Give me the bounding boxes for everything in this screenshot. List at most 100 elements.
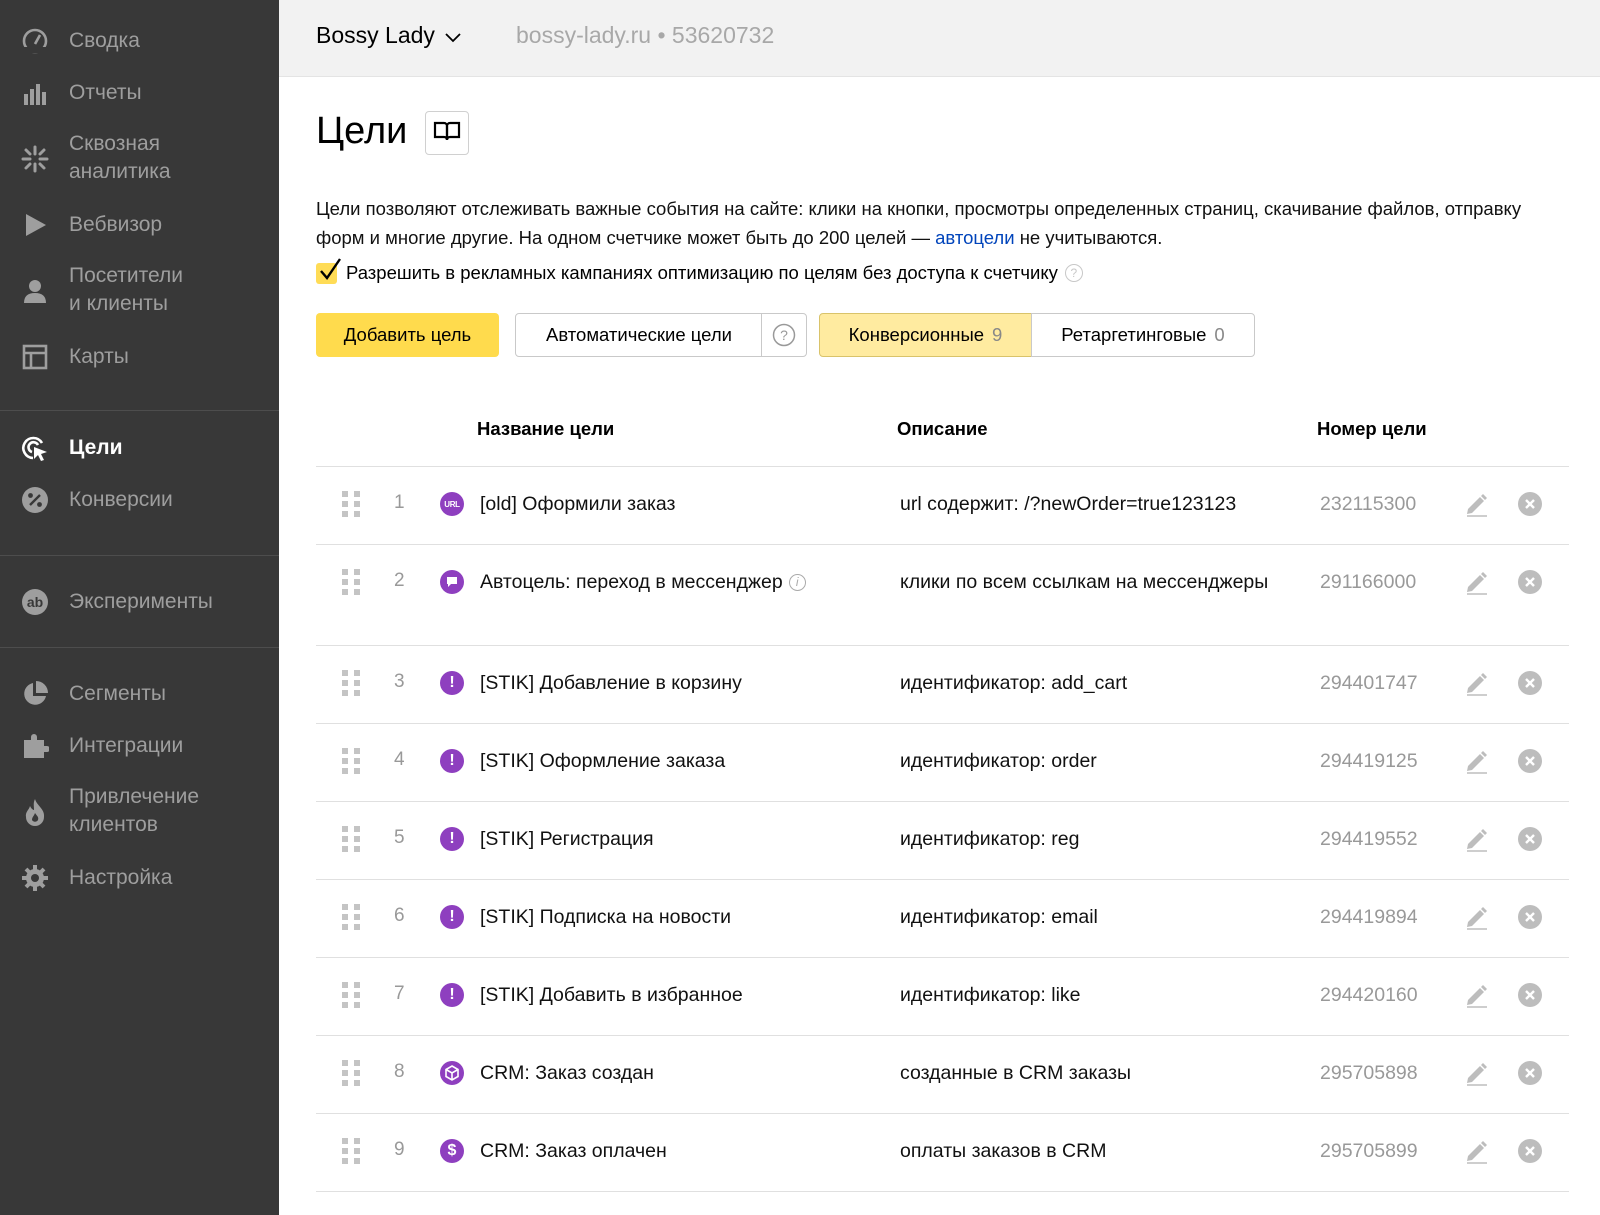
goal-description: идентификатор: like [900, 984, 1081, 1006]
delete-icon[interactable] [1518, 749, 1542, 773]
sidebar-item-visitors[interactable]: Посетители и клиенты [0, 262, 279, 320]
checkmark-icon [320, 257, 341, 280]
goal-name-text: [STIK] Добавление в корзину [480, 672, 742, 694]
goal-name-text: [STIK] Регистрация [480, 828, 654, 850]
map-icon [20, 342, 50, 372]
sidebar-item-summary[interactable]: Сводка [0, 26, 279, 56]
question-icon[interactable]: ? [761, 314, 806, 356]
sidebar-item-label: Сводка [69, 29, 140, 52]
user-icon [20, 276, 50, 306]
allow-optimization-checkbox[interactable] [316, 257, 341, 284]
tab-retargeting[interactable]: Ретаргетинговые 0 [1031, 313, 1255, 357]
goal-id: 294419552 [1320, 828, 1418, 850]
sidebar-item-segments[interactable]: Сегменты [0, 679, 279, 709]
drag-handle-icon[interactable] [342, 904, 360, 930]
tab-conversion-label: Конверсионные [848, 324, 985, 345]
pencil-icon[interactable] [1464, 748, 1490, 774]
column-header-description: Описание [897, 418, 988, 439]
table-row[interactable]: 6! [STIK] Подписка на новости идентификато… [316, 880, 1569, 958]
top-bar: Bossy Lady bossy-lady.ru • 53620732 [279, 0, 1600, 77]
tab-retargeting-label: Ретаргетинговые [1061, 324, 1207, 345]
goal-id: 291166000 [1320, 571, 1417, 593]
pencil-icon[interactable] [1464, 1060, 1490, 1086]
goal-id: 232115300 [1320, 493, 1417, 515]
delete-icon[interactable] [1518, 905, 1542, 929]
auto-goals-label: Автоматические цели [546, 324, 732, 345]
exclamation-icon: ! [440, 827, 464, 851]
delete-icon[interactable] [1518, 570, 1542, 594]
intro-text-after: не учитываются. [1014, 227, 1163, 248]
sidebar-item-label: Сквозная аналитика [69, 132, 171, 183]
sidebar-item-label: Посетители и клиенты [69, 264, 183, 315]
autogoals-link[interactable]: автоцели [935, 227, 1014, 248]
pencil-icon[interactable] [1464, 826, 1490, 852]
row-number: 4 [394, 749, 405, 770]
drag-handle-icon[interactable] [342, 1138, 360, 1164]
sidebar-item-conversions[interactable]: Конверсии [0, 485, 279, 515]
table-row[interactable]: 1 URL [old] Оформили заказ url содержит: /?… [316, 467, 1569, 545]
info-icon[interactable]: i [788, 573, 806, 591]
goal-name-text: Автоцель: переход в мессенджер [480, 571, 783, 593]
sidebar-item-settings[interactable]: Настройка [0, 863, 279, 893]
sidebar-item-acquisition[interactable]: Привлечение клиентов [0, 783, 279, 841]
sidebar-item-webvisor[interactable]: Вебвизор [0, 210, 279, 240]
pencil-icon[interactable] [1464, 491, 1490, 517]
help-book-button[interactable] [425, 111, 469, 155]
tab-conversion[interactable]: Конверсионные 9 [819, 313, 1032, 357]
table-row[interactable]: 7! [STIK] Добавить в избранное идентификат… [316, 958, 1569, 1036]
counter-site-id: bossy-lady.ru • 53620732 [516, 22, 775, 48]
delete-icon[interactable] [1518, 671, 1542, 695]
table-row[interactable]: 4! [STIK] Оформление заказа идентификатор:… [316, 724, 1569, 802]
drag-handle-icon[interactable] [342, 826, 360, 852]
goal-name-text: CRM: Заказ создан [480, 1062, 654, 1084]
sidebar-item-integrations[interactable]: Интеграции [0, 731, 279, 761]
dashboard-icon [20, 26, 50, 56]
exclamation-icon: ! [440, 983, 464, 1007]
table-row[interactable]: 3! [STIK] Добавление в корзину идентификат… [316, 646, 1569, 724]
column-header-id: Номер цели [1317, 418, 1427, 439]
counter-selector[interactable]: Bossy Lady [316, 22, 461, 49]
pencil-icon[interactable] [1464, 1138, 1490, 1164]
auto-goals-button[interactable]: Автоматические цели ? [515, 313, 807, 357]
sidebar-item-label: Привлечение клиентов [69, 785, 200, 836]
sidebar-item-reports[interactable]: Отчеты [0, 78, 279, 108]
add-goal-button[interactable]: Добавить цель [316, 313, 499, 357]
goal-name: [STIK] Регистрация [480, 827, 654, 851]
sidebar-item-goals[interactable]: Цели [0, 433, 279, 463]
goal-id: 295705898 [1320, 1062, 1418, 1084]
goal-name: [STIK] Подписка на новости [480, 905, 731, 929]
table-row[interactable]: 8 CRM: Заказ создан созданные в CRM заказы… [316, 1036, 1569, 1114]
drag-handle-icon[interactable] [342, 569, 360, 595]
sidebar-item-maps[interactable]: Карты [0, 342, 279, 372]
pencil-icon[interactable] [1464, 670, 1490, 696]
goal-name-text: [STIK] Добавить в избранное [480, 984, 743, 1006]
drag-handle-icon[interactable] [342, 748, 360, 774]
exclamation-icon: ! [440, 905, 464, 929]
delete-icon[interactable] [1518, 983, 1542, 1007]
sidebar-item-end-to-end-analytics[interactable]: Сквозная аналитика [0, 130, 279, 188]
drag-handle-icon[interactable] [342, 982, 360, 1008]
delete-icon[interactable] [1518, 1139, 1542, 1163]
table-row[interactable]: 5! [STIK] Регистрация идентификатор: reg 29… [316, 802, 1569, 880]
drag-handle-icon[interactable] [342, 670, 360, 696]
drag-handle-icon[interactable] [342, 1060, 360, 1086]
tab-conversion-count: 9 [992, 324, 1003, 345]
pencil-icon[interactable] [1464, 569, 1490, 595]
pencil-icon[interactable] [1464, 982, 1490, 1008]
box-icon [440, 1061, 464, 1085]
sidebar-item-experiments[interactable]: ab Эксперименты [0, 587, 279, 617]
pencil-icon[interactable] [1464, 904, 1490, 930]
delete-icon[interactable] [1518, 492, 1542, 516]
url-icon: URL [440, 492, 464, 516]
table-row[interactable]: 9 $ CRM: Заказ оплачен оплаты заказов в CRM… [316, 1114, 1569, 1192]
help-icon[interactable]: ? [1064, 264, 1083, 282]
tab-retargeting-count: 0 [1214, 324, 1225, 345]
message-icon [440, 570, 464, 594]
play-icon [20, 210, 50, 240]
goal-description: оплаты заказов в CRM [900, 1140, 1107, 1162]
delete-icon[interactable] [1518, 1061, 1542, 1085]
puzzle-icon [20, 731, 50, 761]
table-row[interactable]: 2 Автоцель: переход в мессенджер i клики по… [316, 545, 1569, 646]
delete-icon[interactable] [1518, 827, 1542, 851]
drag-handle-icon[interactable] [342, 491, 360, 517]
